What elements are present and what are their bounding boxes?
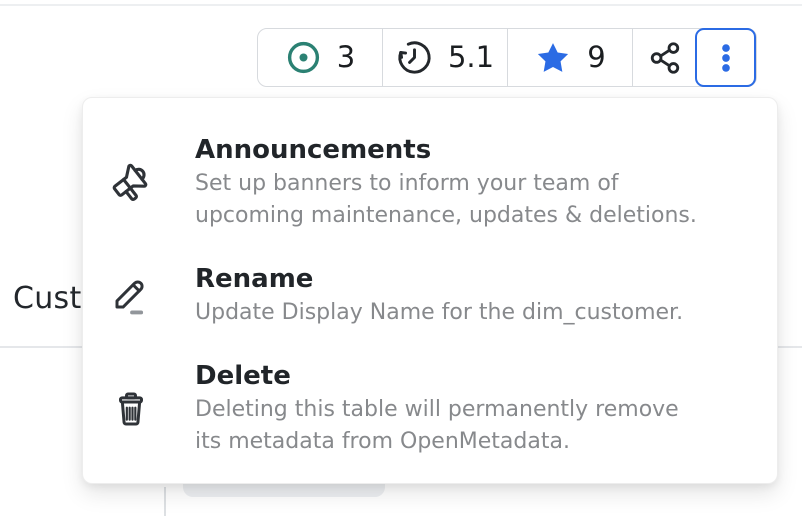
menu-item-description: Update Display Name for the dim_customer… xyxy=(195,297,751,329)
panel-divider-line xyxy=(164,487,166,516)
menu-item-delete[interactable]: Delete Deleting this table will permanen… xyxy=(107,359,751,458)
version-count: 5.1 xyxy=(448,43,494,72)
partial-tab-label: Cust xyxy=(13,281,82,316)
disc-icon xyxy=(285,39,322,76)
share-icon xyxy=(647,40,683,76)
menu-item-description: Deleting this table will permanently rem… xyxy=(195,394,751,458)
menu-item-text: Rename Update Display Name for the dim_c… xyxy=(195,262,751,329)
menu-item-description: Set up banners to inform your team of up… xyxy=(195,168,751,232)
version-history-button[interactable]: 5.1 xyxy=(383,29,508,86)
star-count: 9 xyxy=(587,43,605,72)
menu-item-announcements[interactable]: Announcements Set up banners to inform y… xyxy=(107,133,751,232)
menu-item-title: Rename xyxy=(195,264,313,294)
menu-item-title: Announcements xyxy=(195,135,431,165)
share-button[interactable] xyxy=(633,29,696,86)
description-line: Deleting this table will permanently rem… xyxy=(195,394,751,426)
more-options-button[interactable] xyxy=(695,28,756,87)
disc-count-button[interactable]: 3 xyxy=(258,29,383,86)
manage-dropdown-menu: Announcements Set up banners to inform y… xyxy=(82,97,778,484)
kebab-menu-icon xyxy=(709,41,743,75)
disc-count: 3 xyxy=(337,43,355,72)
menu-item-text: Delete Deleting this table will permanen… xyxy=(195,359,751,458)
star-icon xyxy=(534,39,572,77)
description-line: upcoming maintenance, updates & deletion… xyxy=(195,200,751,232)
description-line: Set up banners to inform your team of xyxy=(195,168,751,200)
history-clock-icon xyxy=(396,39,433,76)
pencil-icon xyxy=(107,275,155,317)
menu-item-text: Announcements Set up banners to inform y… xyxy=(195,133,751,232)
description-line: its metadata from OpenMetadata. xyxy=(195,426,751,458)
entity-actions-button-group: 3 5.1 9 xyxy=(257,28,757,87)
menu-item-title: Delete xyxy=(195,361,291,391)
menu-item-rename[interactable]: Rename Update Display Name for the dim_c… xyxy=(107,262,751,329)
megaphone-icon xyxy=(107,161,155,205)
header-divider xyxy=(0,4,802,6)
description-line: Update Display Name for the dim_customer… xyxy=(195,297,751,329)
occluded-gray-bar xyxy=(183,482,385,497)
star-count-button[interactable]: 9 xyxy=(508,29,633,86)
trash-icon xyxy=(107,389,155,429)
